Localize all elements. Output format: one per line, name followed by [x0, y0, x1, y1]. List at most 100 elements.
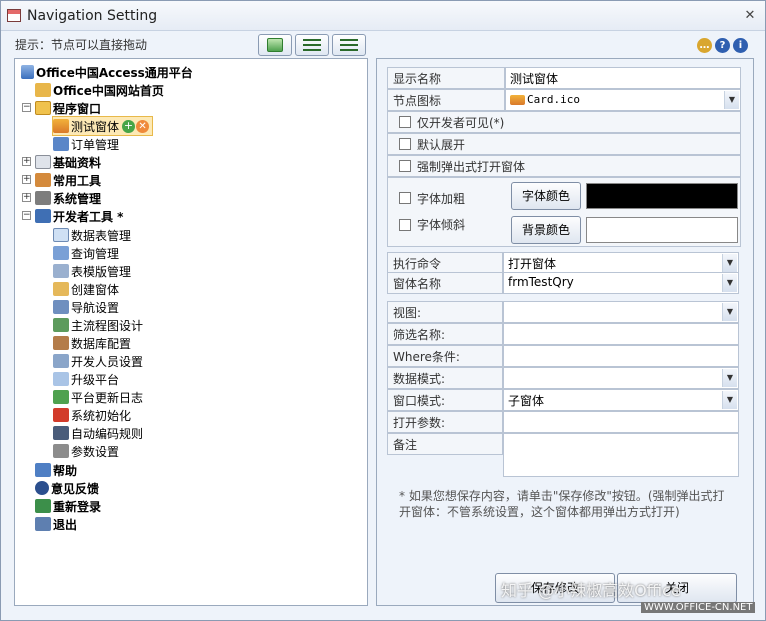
tree-node-dev-item[interactable]: 表模版管理: [53, 262, 131, 280]
chevron-down-icon[interactable]: ▼: [722, 303, 737, 321]
tree-node-label: 常用工具: [53, 173, 102, 188]
tree-node-help[interactable]: 帮助: [35, 461, 77, 479]
filter-name-field[interactable]: [503, 323, 739, 345]
expand-toggle[interactable]: +: [22, 193, 31, 202]
tree-node-basic-data[interactable]: 基础资料: [35, 153, 101, 171]
tree-node-feedback[interactable]: 意见反馈: [35, 479, 99, 497]
chevron-down-icon[interactable]: ▼: [724, 91, 739, 109]
tree-node-label: 参数设置: [71, 444, 120, 459]
force-popup-checkbox[interactable]: [399, 160, 411, 172]
tree-node-common-tools[interactable]: 常用工具: [35, 171, 101, 189]
help-icon[interactable]: ?: [715, 38, 730, 53]
card-icon: [510, 94, 525, 105]
window-mode-select[interactable]: 子窗体 ▼: [503, 389, 739, 411]
collapse-all-button[interactable]: [332, 34, 366, 56]
remark-label: 备注: [387, 433, 503, 455]
tree-node-dev-item[interactable]: 数据表管理: [53, 226, 131, 244]
tree-node-dev-item[interactable]: 开发人员设置: [53, 352, 143, 370]
bg-color-button[interactable]: 背景颜色: [511, 216, 581, 244]
expand-toggle[interactable]: +: [22, 175, 31, 184]
tree-node-dev-item[interactable]: 数据库配置: [53, 334, 131, 352]
delete-node-icon[interactable]: ✕: [136, 119, 150, 133]
default-expand-checkbox[interactable]: [399, 138, 411, 150]
tree-node-dev-item[interactable]: 系统初始化: [53, 406, 131, 424]
italic-label: 字体倾斜: [417, 218, 466, 232]
chevron-down-icon[interactable]: ▼: [722, 391, 737, 409]
chevron-down-icon[interactable]: ▼: [722, 369, 737, 387]
tree-node-dev-tools[interactable]: 开发者工具 *: [35, 207, 123, 225]
open-args-field[interactable]: [503, 411, 739, 433]
collapse-toggle[interactable]: −: [22, 211, 31, 220]
tree-node-label: 升级平台: [71, 372, 120, 387]
tree-node-exit[interactable]: 退出: [35, 515, 77, 533]
tree-node-system-mgmt[interactable]: 系统管理: [35, 189, 101, 207]
document-icon: [35, 155, 51, 169]
dev-only-checkbox[interactable]: [399, 116, 411, 128]
upgrade-icon: [53, 372, 69, 386]
tree-node-home[interactable]: Office中国网站首页: [35, 81, 164, 99]
remark-field[interactable]: [503, 433, 739, 477]
exec-cmd-label: 执行命令: [387, 252, 503, 274]
tree-node-label: 帮助: [53, 463, 78, 478]
data-mode-select[interactable]: ▼: [503, 367, 739, 389]
tree-node-dev-item[interactable]: 平台更新日志: [53, 388, 143, 406]
where-field[interactable]: [503, 345, 739, 367]
tree-node-dev-item[interactable]: 导航设置: [53, 298, 119, 316]
tree-node-label: 系统管理: [53, 191, 102, 206]
collapse-toggle[interactable]: −: [22, 103, 31, 112]
update-log-icon: [53, 390, 69, 404]
folder-open-icon: [35, 101, 51, 115]
tree-node-dev-item[interactable]: 创建窗体: [53, 280, 119, 298]
view-select[interactable]: ▼: [503, 301, 739, 323]
tree-node-dev-item[interactable]: 主流程图设计: [53, 316, 143, 334]
expand-all-icon: [303, 39, 321, 51]
bg-color-swatch[interactable]: [586, 217, 738, 243]
window-mode-value: 子窗体: [508, 394, 545, 408]
chat-icon[interactable]: …: [697, 38, 712, 53]
tree-node-label: Office中国网站首页: [53, 83, 164, 98]
chevron-down-icon[interactable]: ▼: [722, 274, 737, 292]
numbering-icon: [53, 426, 69, 440]
tree-node-dev-item[interactable]: 参数设置: [53, 442, 119, 460]
add-node-icon[interactable]: +: [122, 119, 136, 133]
tree-node-root[interactable]: Office中国Access通用平台: [21, 63, 193, 81]
tree-node-label: 测试窗体: [71, 119, 120, 134]
expand-all-button[interactable]: [295, 34, 329, 56]
tree-node-label: 程序窗口: [53, 101, 102, 116]
data-mode-label: 数据模式:: [387, 367, 503, 389]
tree-node-label: Office中国Access通用平台: [36, 65, 193, 80]
bold-checkbox[interactable]: [399, 192, 411, 204]
display-name-field[interactable]: 测试窗体: [505, 67, 741, 89]
navigation-icon: [53, 300, 69, 314]
font-color-swatch[interactable]: [586, 183, 738, 209]
force-popup-label: 强制弹出式打开窗体: [417, 160, 526, 174]
refresh-button[interactable]: [258, 34, 292, 56]
save-note: * 如果您想保存内容，请单击"保存修改"按钮。(强制弹出式打开窗体：不管系统设置…: [399, 489, 725, 519]
tree-node-dev-item[interactable]: 升级平台: [53, 370, 119, 388]
bold-label: 字体加粗: [417, 192, 466, 206]
italic-checkbox[interactable]: [399, 219, 411, 231]
close-button[interactable]: ✕: [741, 7, 759, 25]
tree-node-dev-item[interactable]: 查询管理: [53, 244, 119, 262]
node-icon-select[interactable]: Card.ico ▼: [505, 89, 741, 111]
collapse-all-icon: [340, 39, 358, 51]
chevron-down-icon[interactable]: ▼: [722, 254, 737, 272]
tree-node-relogin[interactable]: 重新登录: [35, 497, 101, 515]
relogin-icon: [35, 499, 51, 513]
navigation-tree[interactable]: Office中国Access通用平台 Office中国网站首页 − 程序窗口 测…: [14, 58, 368, 606]
tree-node-test-form[interactable]: 测试窗体 + ✕: [51, 116, 154, 136]
tree-node-label: 系统初始化: [71, 408, 132, 423]
tree-node-label: 重新登录: [53, 499, 102, 514]
expand-toggle[interactable]: +: [22, 157, 31, 166]
info-icon[interactable]: i: [733, 38, 748, 53]
tree-node-label: 退出: [53, 517, 78, 532]
tree-node-dev-item[interactable]: 自动编码规则: [53, 424, 143, 442]
form-name-select[interactable]: frmTestQry ▼: [503, 272, 739, 294]
template-icon: [53, 264, 69, 278]
exec-cmd-select[interactable]: 打开窗体 ▼: [503, 252, 739, 274]
database-config-icon: [53, 336, 69, 350]
tree-node-program-window[interactable]: 程序窗口: [35, 99, 101, 117]
font-color-button[interactable]: 字体颜色: [511, 182, 581, 210]
tree-node-order-mgmt[interactable]: 订单管理: [53, 135, 119, 153]
tree-node-label: 主流程图设计: [71, 318, 144, 333]
